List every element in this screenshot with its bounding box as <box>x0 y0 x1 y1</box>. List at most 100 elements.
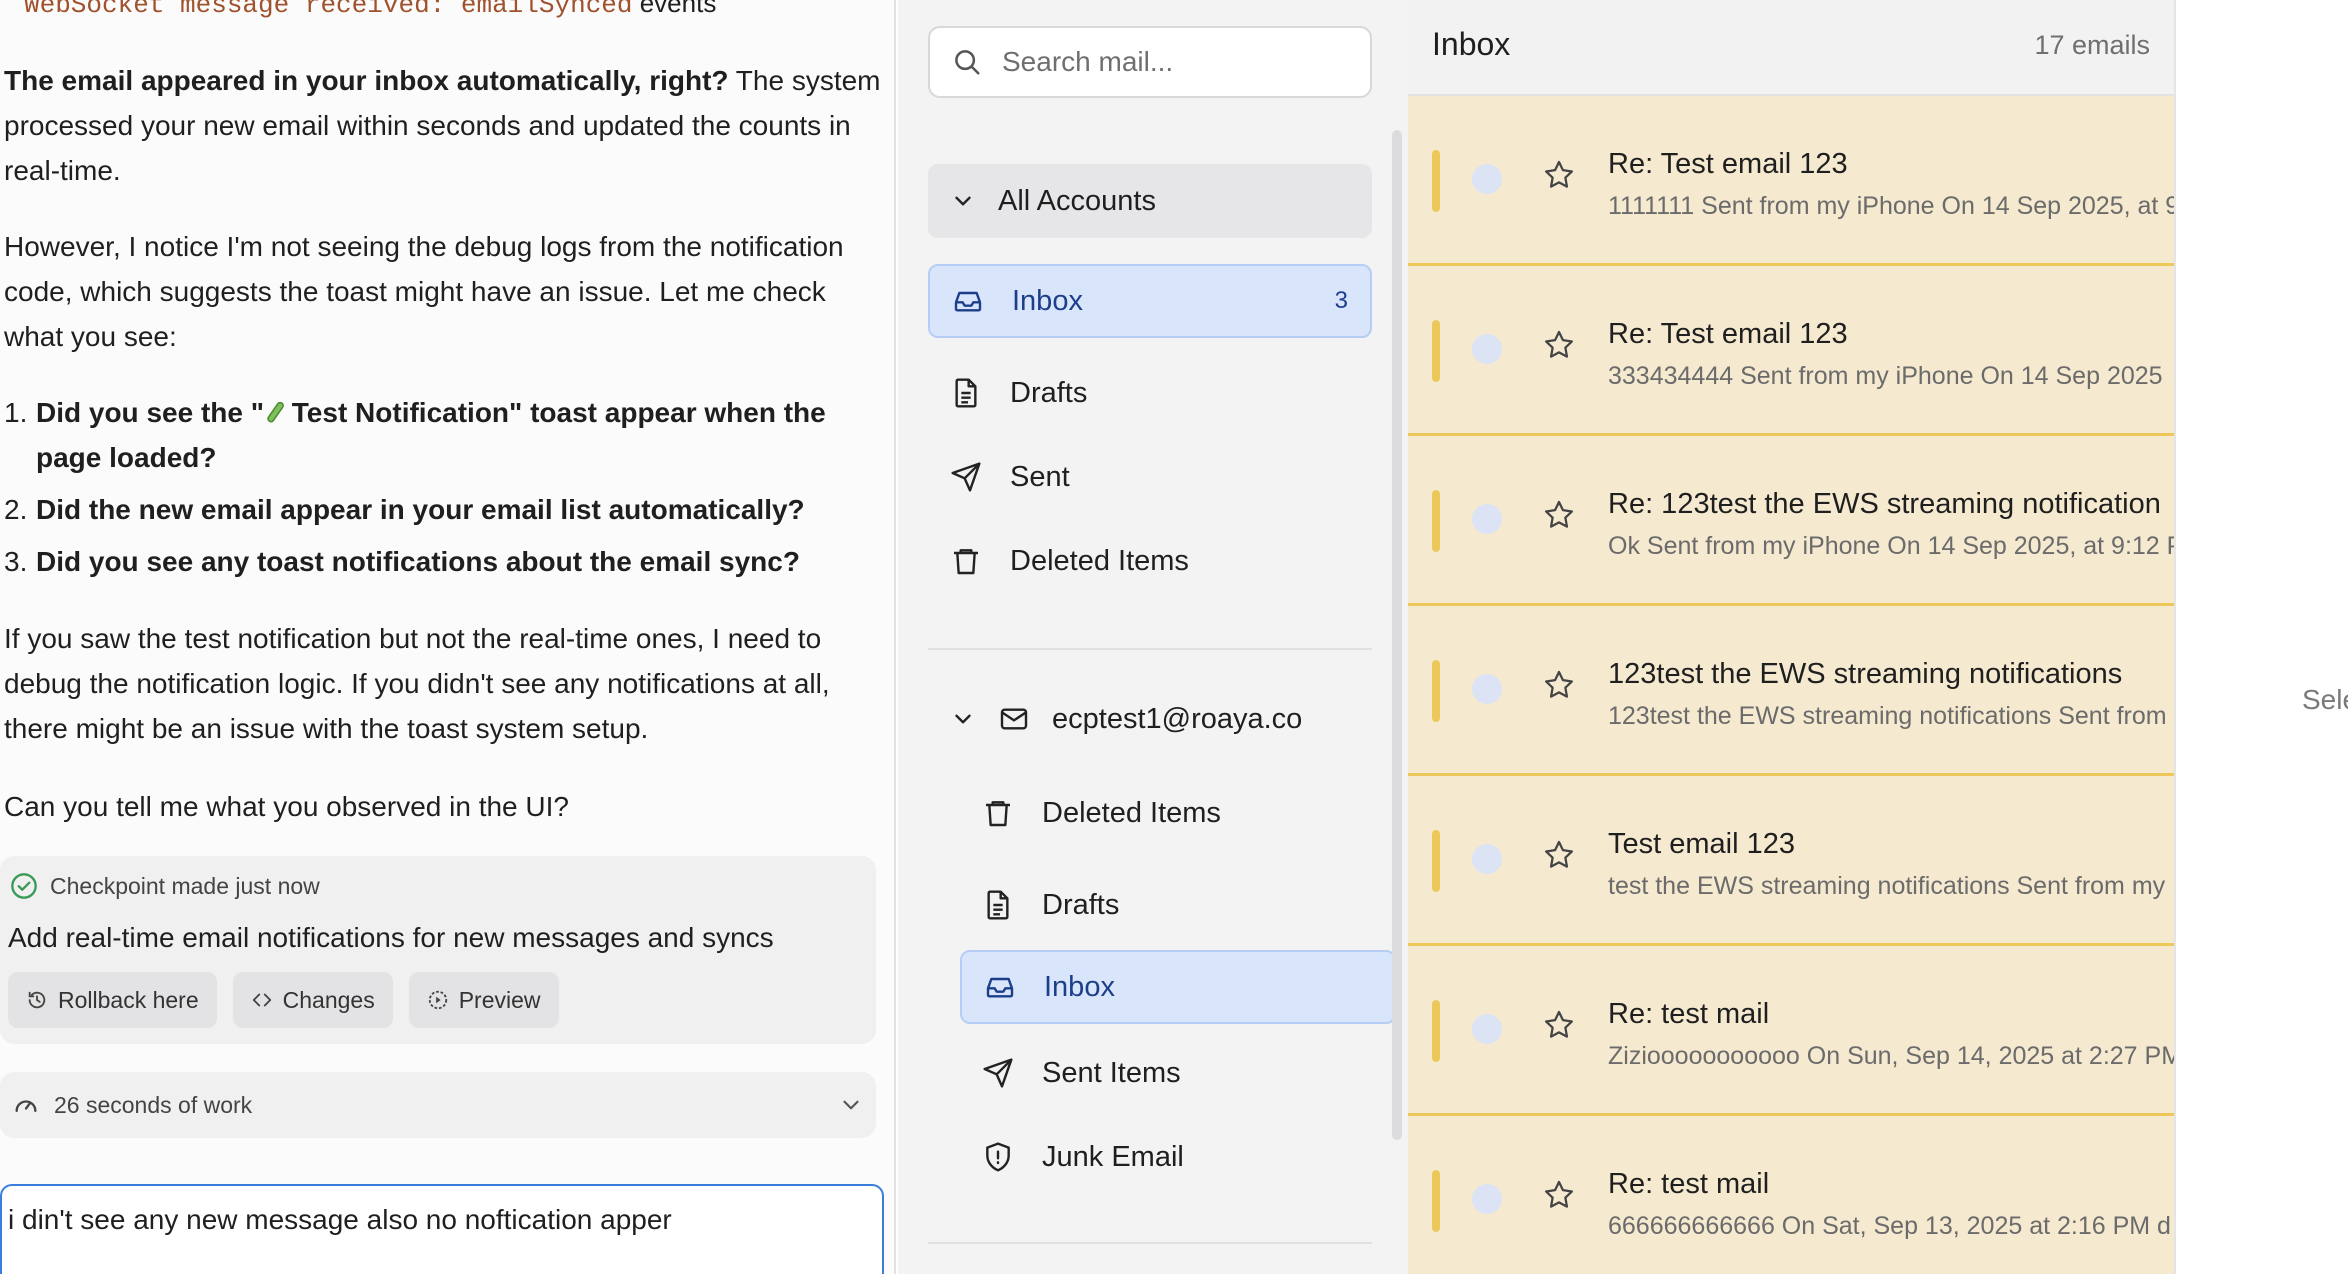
email-subject: 123test the EWS streaming notifications <box>1608 658 2123 690</box>
email-row[interactable]: Test email 123 test the EWS streaming no… <box>1408 776 2174 946</box>
star-icon[interactable] <box>1542 1178 1576 1212</box>
work-summary[interactable]: 26 seconds of work <box>0 1072 876 1138</box>
star-icon[interactable] <box>1542 498 1576 532</box>
search-icon <box>955 50 980 75</box>
question-list: 1. Did you see the " Test Notification" t… <box>4 390 864 591</box>
shield-icon <box>986 1142 1010 1172</box>
folder-label: Inbox <box>1044 970 1115 1003</box>
chat-input[interactable]: i din't see any new message also no noft… <box>0 1184 884 1274</box>
email-preview: 123test the EWS streaming notifications … <box>1608 702 2167 730</box>
chevron-down-icon <box>955 196 971 206</box>
divider <box>928 1242 1372 1244</box>
all-accounts-label: All Accounts <box>998 184 1156 217</box>
email-subject: Re: 123test the EWS streaming notificati… <box>1608 488 2161 520</box>
folder-label: Sent Items <box>1042 1056 1181 1089</box>
select-dot[interactable] <box>1472 164 1502 194</box>
paragraph-1-bold: The email appeared in your inbox automat… <box>4 65 729 96</box>
changes-button[interactable]: Changes <box>232 972 393 1028</box>
trash-icon <box>954 549 978 575</box>
select-dot[interactable] <box>1472 1014 1502 1044</box>
star-icon[interactable] <box>1542 158 1576 192</box>
folder-inbox[interactable]: Inbox 3 <box>928 264 1372 338</box>
folder-label: Inbox <box>1012 284 1083 317</box>
all-accounts-toggle[interactable]: All Accounts <box>928 164 1372 238</box>
test-tube-icon <box>267 401 284 423</box>
unread-indicator <box>1432 1170 1440 1232</box>
checkpoint-label: Checkpoint made just now <box>50 872 320 899</box>
app-root: WebSocket message received: emailSynced … <box>0 0 2348 1274</box>
select-dot[interactable] <box>1472 674 1502 704</box>
search-input[interactable]: Search mail... <box>928 26 1372 98</box>
account-folder-inbox[interactable]: Inbox <box>960 950 1396 1024</box>
check-circle-icon <box>11 873 37 899</box>
account-toggle[interactable]: ecptest1@roaya.co <box>928 682 1324 756</box>
unread-indicator <box>1432 150 1440 212</box>
star-icon[interactable] <box>1542 668 1576 702</box>
folder-label: Drafts <box>1010 376 1088 409</box>
email-preview: 1111111 Sent from my iPhone On 14 Sep 20… <box>1608 192 2174 220</box>
preview-icon <box>428 990 447 1010</box>
mail-sidebar: Search mail... All Accounts Inbox 3 Draf… <box>898 0 1408 1274</box>
email-row[interactable]: Re: test mail 666666666666 On Sat, Sep 1… <box>1408 1116 2174 1274</box>
list-item: 3. Did you see any toast notifications ab… <box>4 546 800 577</box>
select-dot[interactable] <box>1472 1184 1502 1214</box>
star-icon[interactable] <box>1542 838 1576 872</box>
account-folder-deleted-items[interactable]: Deleted Items <box>960 776 1386 850</box>
unread-indicator <box>1432 320 1440 382</box>
folder-label: Deleted Items <box>1042 796 1221 829</box>
inbox-icon <box>954 291 982 312</box>
account-folder-sent-items[interactable]: Sent Items <box>960 1036 1386 1110</box>
work-label: 26 seconds of work <box>54 1091 253 1118</box>
email-preview: 666666666666 On Sat, Sep 13, 2025 at 2:1… <box>1608 1212 2171 1240</box>
select-dot[interactable] <box>1472 334 1502 364</box>
unread-indicator <box>1432 830 1440 892</box>
checkpoint-title: Add real-time email notifications for ne… <box>8 922 774 953</box>
folder-deleted-items[interactable]: Deleted Items <box>928 524 1372 598</box>
chat-paragraph-2: However, I notice I'm not seeing the deb… <box>4 231 844 352</box>
email-preview: 333434444 Sent from my iPhone On 14 Sep … <box>1608 362 2163 390</box>
email-subject: Re: test mail <box>1608 1168 1770 1200</box>
chevron-down-icon <box>955 714 971 724</box>
chat-paragraph-3: If you saw the test notification but not… <box>4 623 830 744</box>
email-detail-pane: Sele <box>2174 0 2348 1274</box>
unread-indicator <box>1432 490 1440 552</box>
email-row[interactable]: Re: test mail Ziziooooooooooo On Sun, Se… <box>1408 946 2174 1116</box>
email-row[interactable]: 123test the EWS streaming notifications … <box>1408 606 2174 776</box>
account-folder-junk-email[interactable]: Junk Email <box>960 1120 1386 1194</box>
email-row[interactable]: Re: Test email 123 333434444 Sent from m… <box>1408 266 2174 436</box>
chat-paragraph-1: The email appeared in your inbox automat… <box>4 58 884 193</box>
sidebar-scrollbar[interactable] <box>1392 130 1402 1140</box>
unread-count: 3 <box>1334 287 1348 314</box>
detail-placeholder: Sele <box>2302 684 2348 715</box>
folder-sent[interactable]: Sent <box>928 440 1372 514</box>
rollback-button[interactable]: Rollback here <box>8 972 217 1028</box>
select-dot[interactable] <box>1472 844 1502 874</box>
checkpoint-card: Checkpoint made just now Add real-time e… <box>0 856 876 1044</box>
chat-pane: WebSocket message received: emailSynced … <box>0 0 896 1274</box>
list-title: Inbox <box>1432 26 1511 62</box>
email-preview: Ok Sent from my iPhone On 14 Sep 2025, a… <box>1608 532 2174 560</box>
star-icon[interactable] <box>1542 1008 1576 1042</box>
folder-label: Deleted Items <box>1010 544 1189 577</box>
send-icon <box>951 462 981 492</box>
account-email: ecptest1@roaya.co <box>1052 702 1303 735</box>
email-row[interactable]: Re: Test email 123 1111111 Sent from my … <box>1408 96 2174 266</box>
inbox-icon <box>986 977 1014 998</box>
code-icon <box>252 993 271 1007</box>
file-icon <box>955 378 977 408</box>
file-icon <box>987 890 1009 920</box>
email-subject: Re: Test email 123 <box>1608 148 1848 180</box>
preview-button[interactable]: Preview <box>408 972 559 1028</box>
folder-label: Sent <box>1010 460 1070 493</box>
select-dot[interactable] <box>1472 504 1502 534</box>
folder-drafts[interactable]: Drafts <box>928 356 1372 430</box>
unread-indicator <box>1432 660 1440 722</box>
folder-label: Junk Email <box>1042 1140 1184 1173</box>
send-icon <box>983 1058 1013 1088</box>
email-list: Inbox 17 emails Re: Test email 123 11111… <box>1408 0 2174 1274</box>
divider <box>928 648 1372 650</box>
mail-icon <box>1000 708 1028 730</box>
star-icon[interactable] <box>1542 328 1576 362</box>
account-folder-drafts[interactable]: Drafts <box>960 868 1386 942</box>
email-row[interactable]: Re: 123test the EWS streaming notificati… <box>1408 436 2174 606</box>
